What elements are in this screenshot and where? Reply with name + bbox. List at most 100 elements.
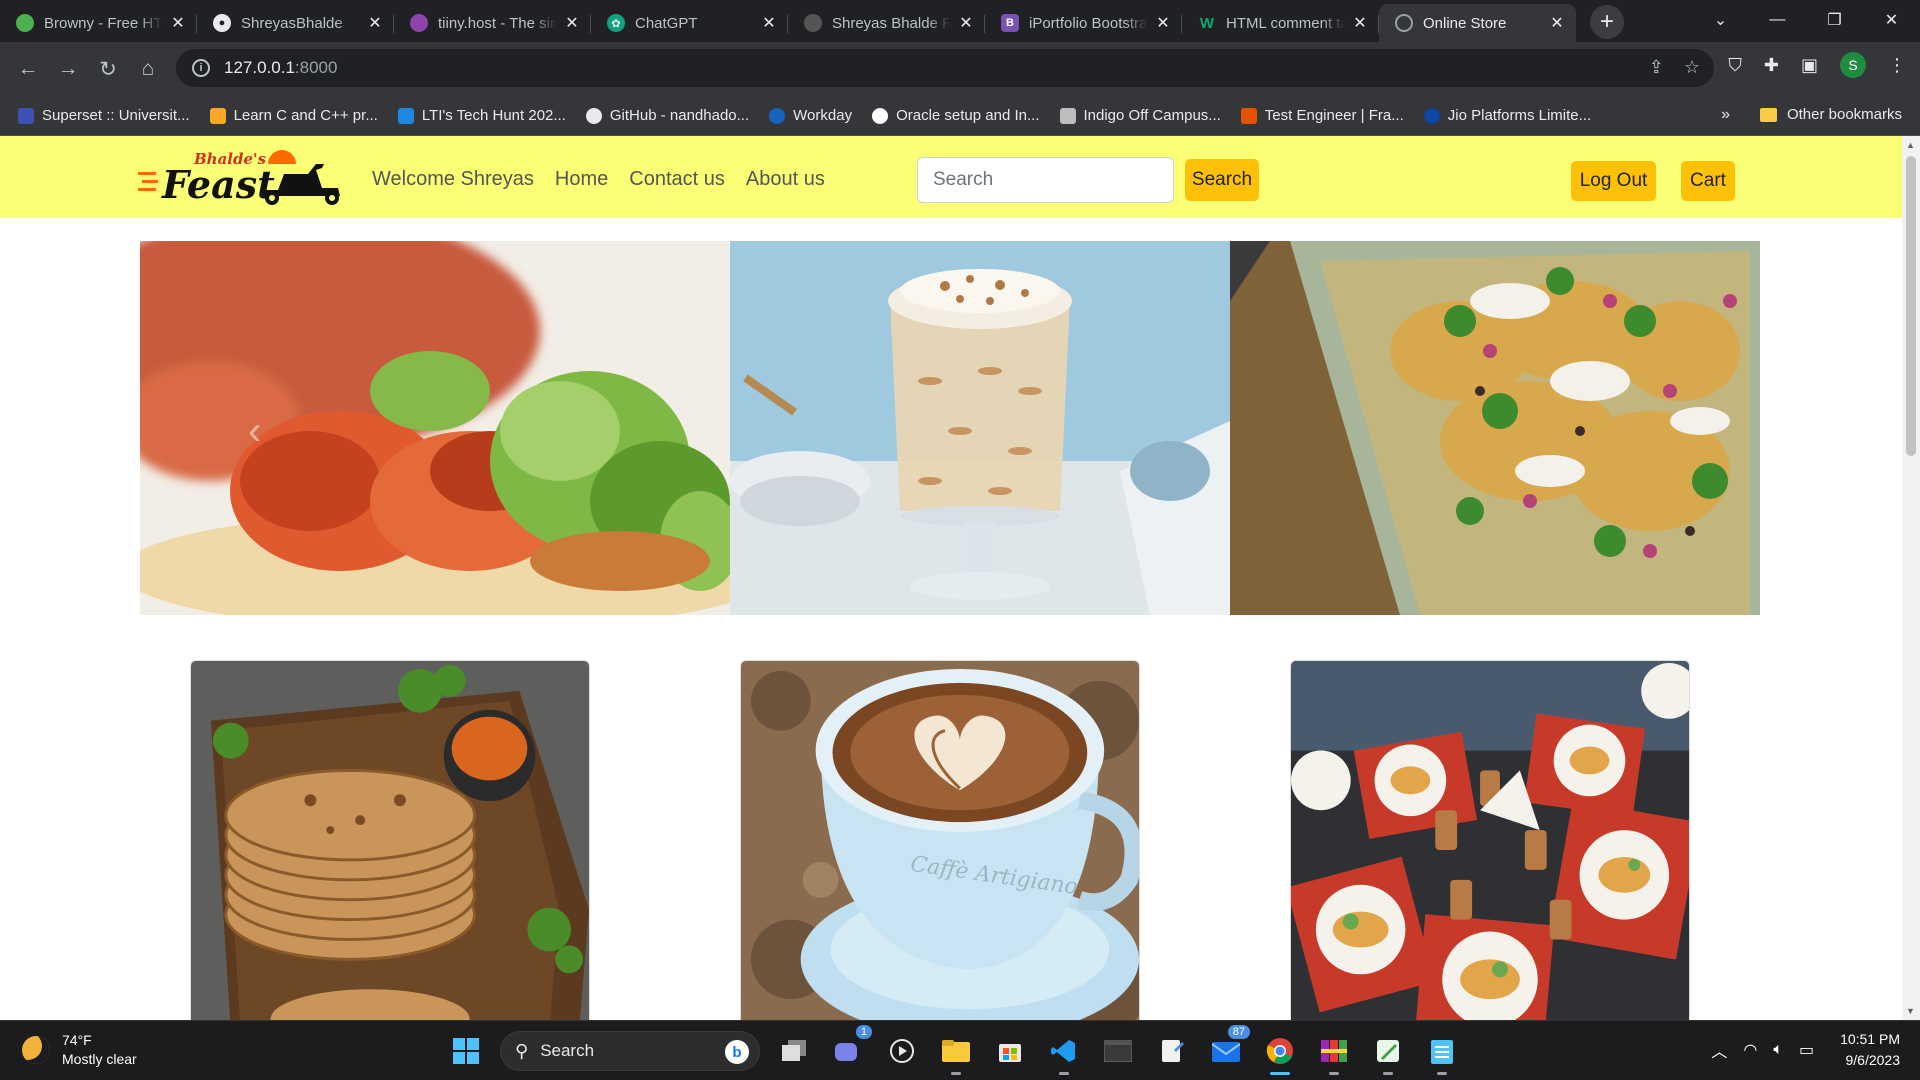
menu-kebab-icon[interactable]: ⋮ (1888, 55, 1906, 76)
bookmark-star-icon[interactable]: ☆ (1684, 57, 1700, 78)
side-panel-icon[interactable]: ▣ (1801, 55, 1818, 76)
bookmark-label: Workday (793, 107, 853, 124)
restore-icon[interactable]: ❐ (1806, 10, 1863, 30)
new-tab-button[interactable]: + (1590, 5, 1624, 39)
taskbar-search[interactable]: ⚲ Search b (500, 1031, 760, 1071)
w3schools-icon: W (1199, 14, 1215, 32)
extensions-puzzle-icon[interactable]: ✚ (1764, 55, 1779, 76)
close-icon[interactable]: ✕ (1548, 13, 1566, 33)
address-bar[interactable]: i 127.0.0.1:8000 ⇪ ☆ (176, 49, 1714, 87)
clock[interactable]: 10:51 PM 9/6/2023 (1840, 1029, 1900, 1071)
scrollbar-thumb[interactable] (1906, 156, 1916, 456)
bookmark-jio[interactable]: Jio Platforms Limite... (1423, 107, 1591, 124)
home-icon[interactable]: ⌂ (128, 57, 168, 81)
profile-avatar[interactable]: S (1840, 52, 1866, 78)
bookmark-lti[interactable]: LTI's Tech Hunt 202... (397, 107, 566, 124)
scroll-up-arrow-icon[interactable]: ▲ (1906, 140, 1915, 150)
tab-online-store[interactable]: Online Store ✕ (1379, 4, 1576, 42)
logout-button[interactable]: Log Out (1571, 161, 1656, 201)
tray-overflow-chevron-icon[interactable]: ︿ (1711, 1038, 1727, 1062)
bing-icon[interactable]: b (725, 1040, 749, 1064)
carousel-prev-chevron-icon[interactable]: ‹ (248, 409, 261, 454)
tab-title: Browny - Free HTML (44, 14, 163, 32)
mail-badge: 87 (1227, 1025, 1250, 1039)
chrome-icon[interactable] (1260, 1031, 1300, 1075)
notepad-icon[interactable] (1152, 1031, 1192, 1071)
battery-icon[interactable]: ▭ (1799, 1040, 1814, 1060)
teams-chat-icon[interactable]: 1 (828, 1025, 872, 1071)
bookmark-workday[interactable]: Workday (769, 107, 852, 124)
tab-github[interactable]: ● ShreyasBhalde ✕ (197, 4, 394, 42)
chatgpt-icon: ✿ (607, 14, 625, 32)
food-card-image-latte[interactable]: Caffè Artigiano (740, 660, 1140, 1020)
cloud-icon (410, 14, 428, 32)
tab-resume[interactable]: Shreyas Bhalde Resume ✕ (788, 4, 985, 42)
tab-title: iPortfolio Bootstrap (1029, 14, 1148, 32)
close-icon[interactable]: ✕ (1154, 13, 1172, 33)
bookmark-github[interactable]: GitHub - nandhado... (585, 107, 749, 124)
scroll-down-arrow-icon[interactable]: ▼ (1906, 1006, 1915, 1016)
nav-contact-us[interactable]: Contact us (629, 168, 725, 191)
reload-icon[interactable]: ↻ (88, 57, 128, 82)
back-icon[interactable]: ← (8, 57, 48, 81)
bookmark-test-engineer[interactable]: Test Engineer | Fra... (1240, 107, 1404, 124)
bookmark-indigo[interactable]: Indigo Off Campus... (1059, 107, 1221, 124)
windows-start-icon[interactable] (446, 1031, 486, 1071)
teams-badge: 1 (855, 1025, 872, 1039)
wifi-icon[interactable]: ◠ (1743, 1040, 1757, 1060)
food-card-image-paratha[interactable] (190, 660, 590, 1020)
site-info-icon[interactable]: i (192, 59, 210, 77)
other-bookmarks[interactable]: Other bookmarks (1759, 106, 1902, 123)
close-icon[interactable]: ✕ (366, 13, 384, 33)
notes-icon[interactable] (1422, 1031, 1462, 1075)
site-search-input[interactable]: Search (917, 157, 1174, 203)
bookmark-learn-c[interactable]: Learn C and C++ pr... (209, 107, 378, 124)
shield-extension-icon[interactable]: ⛉ (1728, 55, 1742, 76)
food-card-image-dinner-table[interactable] (1290, 660, 1690, 1020)
minimize-icon[interactable]: — (1749, 11, 1806, 29)
media-player-icon[interactable] (882, 1031, 922, 1071)
paint-icon[interactable] (1368, 1031, 1408, 1075)
nav-welcome[interactable]: Welcome Shreyas (372, 168, 534, 191)
tab-title: Online Store (1423, 14, 1507, 32)
close-icon[interactable]: ✕ (169, 13, 187, 33)
vscode-icon[interactable] (1044, 1031, 1084, 1075)
tab-iportfolio[interactable]: B iPortfolio Bootstrap ✕ (985, 4, 1182, 42)
tab-browny[interactable]: Browny - Free HTML ✕ (0, 4, 197, 42)
volume-icon[interactable]: 🔈︎ (1773, 1041, 1783, 1059)
page-scrollbar[interactable]: ▲ ▼ (1902, 136, 1920, 1020)
close-icon[interactable]: ✕ (760, 13, 778, 33)
tab-tiinyhost[interactable]: tiiny.host - The simplest ✕ (394, 4, 591, 42)
mail-icon[interactable]: 87 (1206, 1025, 1250, 1071)
microsoft-store-icon[interactable] (990, 1031, 1030, 1071)
close-window-icon[interactable]: ✕ (1863, 10, 1920, 30)
tab-chatgpt[interactable]: ✿ ChatGPT ✕ (591, 4, 788, 42)
clock-time: 10:51 PM (1840, 1031, 1900, 1047)
url-port: :8000 (294, 58, 338, 77)
tab-search-icon[interactable]: ⌄ (1692, 10, 1749, 30)
cart-button[interactable]: Cart (1681, 161, 1735, 201)
bookmark-superset[interactable]: Superset :: Universit... (18, 107, 190, 124)
bookmark-label: LTI's Tech Hunt 202... (421, 107, 566, 124)
search-icon: ⚲ (515, 1040, 529, 1061)
bookmark-oracle[interactable]: Oracle setup and In... (872, 107, 1040, 124)
winrar-icon[interactable] (1314, 1031, 1354, 1075)
site-search-button[interactable]: Search (1185, 159, 1259, 201)
nav-home[interactable]: Home (555, 168, 608, 191)
terminal-icon[interactable] (1098, 1031, 1138, 1071)
weather-widget[interactable]: 74°F Mostly clear (22, 1031, 137, 1069)
close-icon[interactable]: ✕ (563, 13, 581, 33)
file-explorer-icon[interactable] (936, 1031, 976, 1075)
workday-icon (769, 107, 786, 124)
task-view-icon[interactable] (774, 1031, 814, 1071)
share-icon[interactable]: ⇪ (1649, 57, 1664, 78)
feast-logo[interactable]: Bhalde's Feast (138, 150, 348, 206)
close-icon[interactable]: ✕ (1351, 13, 1369, 33)
nav-about-us[interactable]: About us (746, 168, 825, 191)
tab-html-comment[interactable]: W HTML comment tag ✕ (1182, 4, 1379, 42)
learn-c-icon (209, 107, 226, 124)
close-icon[interactable]: ✕ (957, 13, 975, 33)
bookmarks-overflow-button[interactable]: » (1721, 106, 1730, 124)
forward-icon[interactable]: → (48, 57, 88, 81)
tab-title: HTML comment tag (1226, 14, 1345, 32)
